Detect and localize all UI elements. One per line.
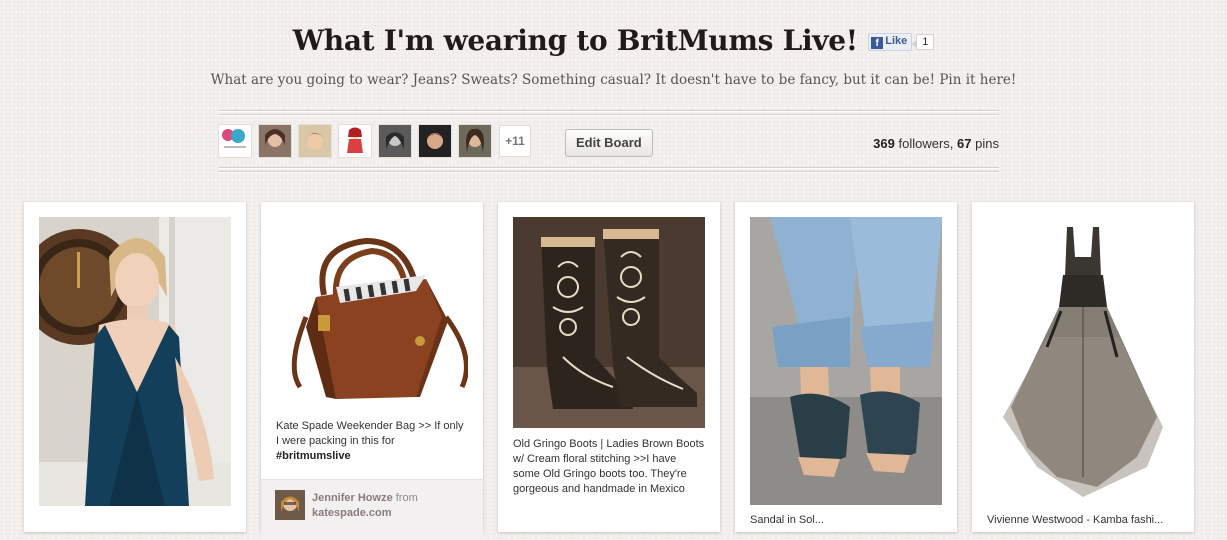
pin-image[interactable] [39, 217, 231, 506]
pinner-avatar[interactable] [299, 125, 331, 157]
pin-card[interactable]: Sandal in Sol... [735, 202, 957, 532]
from-label: from [395, 492, 418, 504]
pin-description-text: Kate Spade Weekender Bag >> If only I we… [276, 420, 464, 447]
followers-label: followers, [898, 136, 954, 151]
pinner-avatar[interactable] [275, 490, 305, 520]
pinner-avatar[interactable] [459, 125, 491, 157]
pin-image[interactable] [987, 217, 1179, 505]
pins-count: 67 [957, 136, 972, 151]
pinner-avatar[interactable] [379, 125, 411, 157]
board-description: What are you going to wear? Jeans? Sweat… [210, 72, 1017, 88]
board-stats: 369 followers, 67 pins [873, 136, 999, 151]
facebook-like-label: Like [885, 35, 908, 48]
pin-image[interactable] [276, 217, 468, 417]
more-pinners-button[interactable]: +11 [499, 125, 531, 157]
pin-description: Kate Spade Weekender Bag >> If only I we… [276, 419, 468, 464]
pins-label: pins [975, 136, 999, 151]
pinner-avatar[interactable] [419, 125, 451, 157]
pinner-name-link[interactable]: Jennifer Howze [312, 492, 393, 504]
facebook-like-count: 1 [912, 34, 935, 51]
pin-image[interactable] [750, 217, 942, 505]
board-title-row: What I'm wearing to BritMums Live! f Like… [0, 24, 1227, 57]
source-link[interactable]: katespade.com [312, 507, 391, 519]
edit-board-button[interactable]: Edit Board [565, 129, 653, 157]
divider-bottom-2 [219, 171, 999, 173]
facebook-like-widget[interactable]: f Like 1 [868, 33, 935, 52]
pin-image[interactable] [513, 217, 705, 428]
pin-attribution: Jennifer Howze from katespade.com [261, 479, 483, 540]
pin-card[interactable] [24, 202, 246, 532]
board-title: What I'm wearing to BritMums Live! [292, 24, 858, 57]
board-meta-row: +11 Edit Board 369 followers, 67 pins [219, 124, 999, 160]
pin-card[interactable]: Vivienne Westwood - Kamba fashi... [972, 202, 1194, 532]
pinner-avatar[interactable] [219, 125, 251, 157]
pinner-avatar[interactable] [259, 125, 291, 157]
pin-card[interactable]: Kate Spade Weekender Bag >> If only I we… [261, 202, 483, 540]
hashtag-link[interactable]: #britmumslive [276, 450, 351, 462]
followers-count[interactable]: 369 [873, 136, 895, 151]
divider-top [219, 110, 999, 112]
pin-description: Vivienne Westwood - Kamba fashi... [987, 514, 1164, 526]
divider-bottom [219, 167, 999, 169]
pin-description: Old Gringo Boots | Ladies Brown Boots w/… [513, 438, 705, 495]
pinner-avatar[interactable] [339, 125, 371, 157]
facebook-like-button[interactable]: f Like [868, 33, 913, 52]
pin-description: Sandal in Sol... [750, 514, 824, 526]
attribution-text: Jennifer Howze from katespade.com [312, 491, 418, 521]
divider-top-2 [219, 114, 999, 116]
pin-card[interactable]: Old Gringo Boots | Ladies Brown Boots w/… [498, 202, 720, 532]
facebook-icon: f [871, 37, 884, 50]
